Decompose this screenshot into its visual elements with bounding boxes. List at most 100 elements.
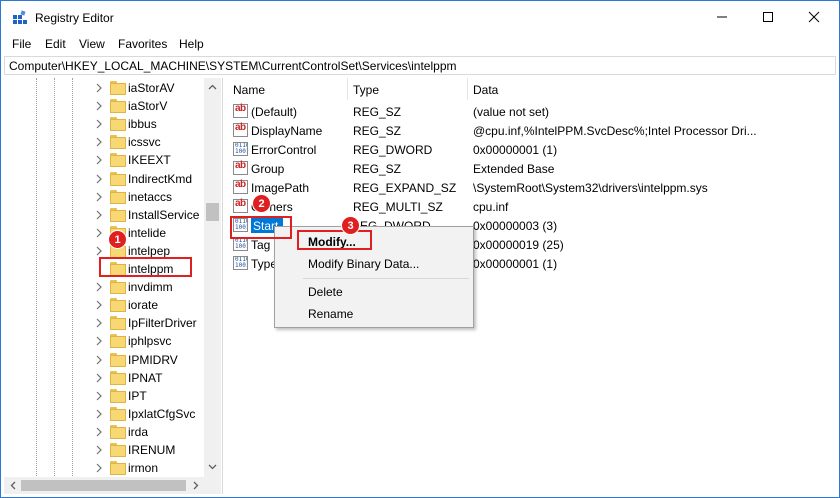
value-data: @cpu.inf,%IntelPPM.SvcDesc%;Intel Proces… — [473, 124, 757, 138]
value-data: 0x00000019 (25) — [473, 238, 564, 252]
value-row[interactable]: 0110 1001ErrorControl REG_DWORD 0x00000001… — [227, 140, 837, 159]
folder-icon — [110, 370, 126, 385]
chevron-right-icon[interactable] — [94, 228, 104, 238]
chevron-right-icon[interactable] — [94, 174, 104, 184]
scroll-down-arrow[interactable] — [204, 458, 221, 475]
chevron-right-icon[interactable] — [94, 445, 104, 455]
chevron-up-icon — [208, 84, 217, 89]
tree-item[interactable]: inetaccs — [94, 188, 214, 206]
chevron-right-icon[interactable] — [94, 373, 104, 383]
tree-item[interactable]: irda — [94, 423, 214, 441]
chevron-right-icon[interactable] — [94, 192, 104, 202]
chevron-right-icon[interactable] — [94, 119, 104, 129]
tree-item[interactable]: IRENUM — [94, 441, 214, 459]
menu-favorites[interactable]: Favorites — [118, 37, 167, 51]
scroll-up-arrow[interactable] — [204, 78, 221, 95]
tree-item[interactable]: IpFilterDriver — [94, 314, 214, 332]
maximize-button[interactable] — [745, 1, 791, 33]
column-separator[interactable] — [467, 78, 468, 100]
tree-item[interactable]: IPMIDRV — [94, 351, 214, 369]
tree-item[interactable]: invdimm — [94, 278, 214, 296]
tree-item-label: iphlpsvc — [128, 334, 172, 349]
title-bar[interactable]: Registry Editor — [1, 1, 839, 33]
chevron-right-icon[interactable] — [94, 282, 104, 292]
minimize-button[interactable] — [699, 1, 745, 33]
binary-value-icon: 0110 1001 — [233, 256, 248, 270]
menu-file[interactable]: File — [12, 37, 31, 51]
tree-guide-line — [54, 78, 55, 478]
folder-icon — [110, 117, 126, 132]
chevron-right-icon[interactable] — [94, 83, 104, 93]
menu-bar: File Edit View Favorites Help — [1, 34, 839, 54]
value-row[interactable]: ab Group REG_SZ Extended Base — [227, 159, 837, 178]
context-menu-delete[interactable]: Delete — [308, 285, 343, 299]
tree-horizontal-scroll-thumb[interactable] — [21, 480, 186, 491]
tree-item[interactable]: IKEEXT — [94, 151, 214, 169]
tree-vertical-scroll-thumb[interactable] — [206, 203, 219, 221]
tree-item[interactable]: InstallService — [94, 206, 214, 224]
column-header-type[interactable]: Type — [353, 83, 379, 97]
chevron-down-icon — [208, 464, 217, 469]
value-data: 0x00000001 (1) — [473, 257, 558, 271]
value-row[interactable]: ab (Default) REG_SZ (value not set) — [227, 102, 837, 121]
folder-icon — [110, 280, 126, 295]
column-header-data[interactable]: Data — [473, 83, 498, 97]
tree-item[interactable]: iphlpsvc — [94, 332, 214, 350]
address-bar[interactable]: Computer\HKEY_LOCAL_MACHINE\SYSTEM\Curre… — [4, 56, 836, 75]
tree-item-label: IPNAT — [128, 370, 163, 385]
tree-item[interactable]: iorate — [94, 296, 214, 314]
value-row[interactable]: ab DisplayName REG_SZ @cpu.inf,%IntelPPM.Sv… — [227, 121, 837, 140]
chevron-right-icon[interactable] — [94, 355, 104, 365]
menu-help[interactable]: Help — [179, 37, 204, 51]
tree-item[interactable]: IPT — [94, 387, 214, 405]
chevron-right-icon[interactable] — [94, 336, 104, 346]
value-data: 0x00000003 (3) — [473, 219, 558, 233]
chevron-right-icon[interactable] — [94, 300, 104, 310]
tree-item[interactable]: iaStorV — [94, 97, 214, 115]
key-tree-pane[interactable]: iaStorAV iaStorV ibbus icssvc IKEEXT Indirect… — [4, 78, 223, 494]
tree-item-label: intelide — [128, 225, 167, 240]
folder-icon — [110, 171, 126, 186]
folder-icon — [110, 424, 126, 439]
tree-vertical-scrollbar[interactable] — [204, 78, 221, 477]
value-row[interactable]: ab ImagePath REG_EXPAND_SZ \SystemRoot\Syst… — [227, 178, 837, 197]
chevron-right-icon[interactable] — [94, 391, 104, 401]
value-data: 0x00000001 (1) — [473, 143, 558, 157]
chevron-right-icon[interactable] — [94, 210, 104, 220]
tree-item[interactable]: IPNAT — [94, 369, 214, 387]
annotation-badge-3: 3 — [341, 216, 360, 235]
value-row[interactable]: abOnersREG_MULTI_SZcpu.inf — [227, 197, 837, 216]
column-separator[interactable] — [347, 78, 348, 100]
chevron-right-icon — [193, 481, 198, 490]
scroll-right-arrow[interactable] — [187, 477, 204, 494]
context-menu-modify-binary-data[interactable]: Modify Binary Data... — [308, 257, 419, 271]
menu-edit[interactable]: Edit — [45, 37, 66, 51]
value-name: Tag — [251, 238, 271, 252]
tree-item[interactable]: iaStorAV — [94, 79, 214, 97]
chevron-right-icon[interactable] — [94, 246, 104, 256]
chevron-right-icon[interactable] — [94, 318, 104, 328]
tree-item[interactable]: irmon — [94, 459, 214, 477]
folder-icon — [110, 388, 126, 403]
tree-item[interactable]: icssvc — [94, 133, 214, 151]
menu-view[interactable]: View — [79, 37, 105, 51]
chevron-right-icon[interactable] — [94, 155, 104, 165]
chevron-right-icon[interactable] — [94, 463, 104, 473]
chevron-right-icon[interactable] — [94, 409, 104, 419]
tree-item[interactable]: IndirectKmd — [94, 170, 214, 188]
chevron-right-icon[interactable] — [94, 101, 104, 111]
close-button[interactable] — [791, 1, 837, 33]
chevron-left-icon — [10, 481, 15, 490]
value-type: REG_SZ — [353, 124, 402, 138]
tree-horizontal-scrollbar[interactable] — [4, 477, 221, 494]
context-menu-rename[interactable]: Rename — [308, 307, 353, 321]
tree-item[interactable]: IpxlatCfgSvc — [94, 405, 214, 423]
tree-item-label: IPT — [128, 388, 147, 403]
scroll-left-arrow[interactable] — [4, 477, 21, 494]
chevron-right-icon[interactable] — [94, 137, 104, 147]
value-type: REG_DWORD — [353, 143, 433, 157]
chevron-right-icon[interactable] — [94, 427, 104, 437]
value-type: REG_MULTI_SZ — [353, 200, 443, 214]
tree-item[interactable]: ibbus — [94, 115, 214, 133]
column-header-name[interactable]: Name — [233, 83, 265, 97]
